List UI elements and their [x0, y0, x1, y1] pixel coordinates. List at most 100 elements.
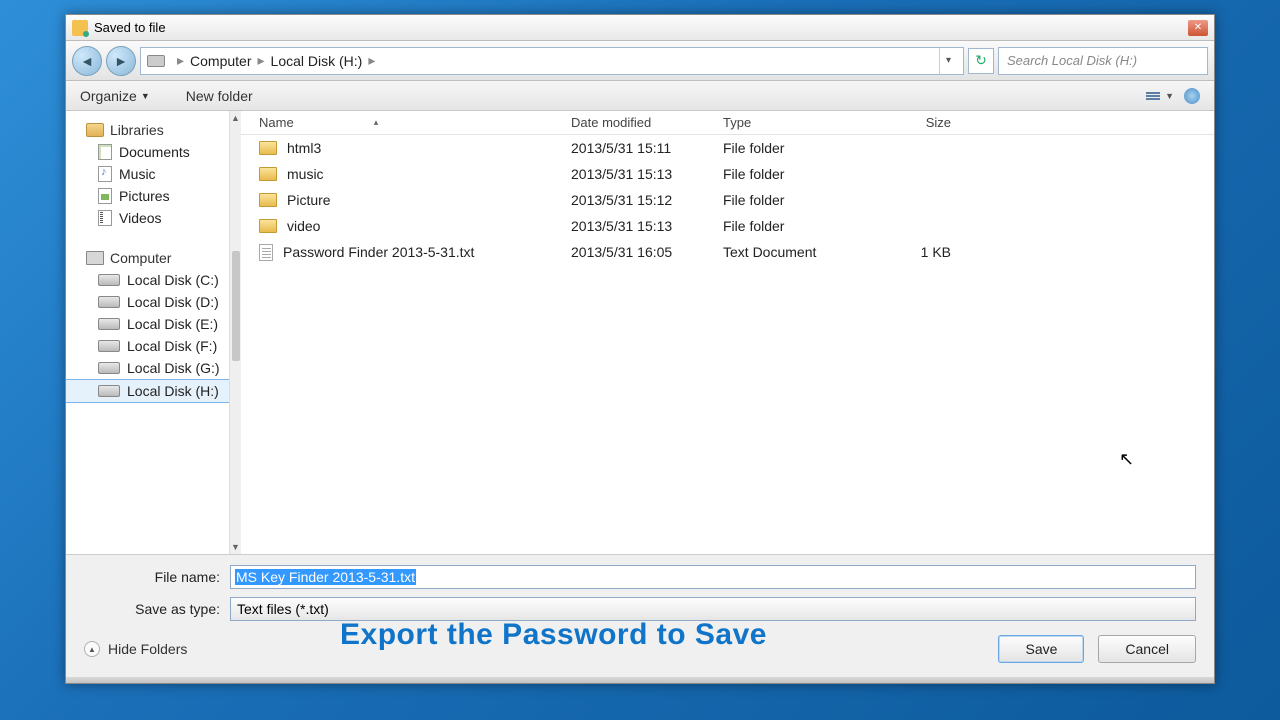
sidebar-item-drive-g[interactable]: Local Disk (G:) [66, 357, 241, 379]
titlebar[interactable]: Saved to file ✕ [66, 15, 1214, 41]
file-type: File folder [723, 218, 865, 234]
chevron-down-icon: ▼ [1165, 91, 1174, 101]
sidebar-item-label: Music [119, 166, 156, 182]
filename-input[interactable]: MS Key Finder 2013-5-31.txt [230, 565, 1196, 589]
chevron-right-icon: ▸ [368, 52, 375, 69]
chevron-down-icon[interactable]: ▾ [939, 48, 957, 74]
table-row[interactable]: video 2013/5/31 15:13File folder [241, 213, 1214, 239]
scroll-up-icon[interactable]: ▲ [230, 111, 241, 125]
save-button[interactable]: Save [998, 635, 1084, 663]
window-border [66, 677, 1214, 683]
hide-folders-button[interactable]: ▲ Hide Folders [84, 641, 187, 657]
file-date: 2013/5/31 15:13 [571, 218, 723, 234]
disk-icon [98, 296, 120, 308]
search-input[interactable]: Search Local Disk (H:) [998, 47, 1208, 75]
scroll-thumb[interactable] [232, 251, 240, 361]
file-date: 2013/5/31 15:12 [571, 192, 723, 208]
documents-icon [98, 144, 112, 160]
chevron-right-icon: ▸ [258, 52, 265, 69]
breadcrumb[interactable]: Computer [190, 53, 251, 69]
sidebar-item-pictures[interactable]: Pictures [66, 185, 241, 207]
file-type: File folder [723, 166, 865, 182]
disk-icon [98, 340, 120, 352]
address-bar[interactable]: ▸ Computer ▸ Local Disk (H:) ▸ ▾ [140, 47, 964, 75]
organize-label: Organize [80, 88, 137, 104]
table-row[interactable]: music 2013/5/31 15:13File folder [241, 161, 1214, 187]
sidebar-item-documents[interactable]: Documents [66, 141, 241, 163]
window-title: Saved to file [94, 20, 166, 35]
sidebar-group-computer[interactable]: Computer [66, 247, 241, 269]
column-label: Date modified [571, 115, 651, 130]
folder-icon [259, 193, 277, 207]
cursor-icon: ↖ [1119, 449, 1134, 470]
sidebar-item-label: Local Disk (H:) [127, 383, 219, 399]
save-type-label: Save as type: [84, 601, 224, 617]
filename-value: MS Key Finder 2013-5-31.txt [235, 569, 416, 585]
view-mode-button[interactable]: ▼ [1146, 91, 1174, 101]
scroll-down-icon[interactable]: ▼ [230, 540, 241, 554]
column-label: Name [259, 115, 294, 130]
music-icon [98, 166, 112, 182]
disk-icon [147, 55, 165, 67]
folder-icon [259, 141, 277, 155]
file-name: html3 [287, 140, 321, 156]
sidebar-item-music[interactable]: Music [66, 163, 241, 185]
toolbar: Organize ▼ New folder ▼ [66, 81, 1214, 111]
sidebar-label: Computer [110, 250, 171, 266]
chevron-down-icon: ▼ [141, 91, 150, 101]
file-date: 2013/5/31 16:05 [571, 244, 723, 260]
column-size[interactable]: Size [865, 115, 965, 130]
sidebar-item-label: Local Disk (G:) [127, 360, 220, 376]
sidebar-item-drive-d[interactable]: Local Disk (D:) [66, 291, 241, 313]
disk-icon [98, 362, 120, 374]
file-name: music [287, 166, 324, 182]
close-icon[interactable]: ✕ [1188, 20, 1208, 36]
file-type: Text Document [723, 244, 865, 260]
column-date[interactable]: Date modified [571, 115, 723, 130]
cancel-label: Cancel [1125, 641, 1169, 657]
file-type: File folder [723, 192, 865, 208]
column-type[interactable]: Type [723, 115, 865, 130]
cancel-button[interactable]: Cancel [1098, 635, 1196, 663]
file-date: 2013/5/31 15:13 [571, 166, 723, 182]
column-label: Type [723, 115, 751, 130]
sidebar-item-videos[interactable]: Videos [66, 207, 241, 229]
computer-icon [86, 251, 104, 265]
search-placeholder: Search Local Disk (H:) [1007, 53, 1137, 68]
table-row[interactable]: Picture2013/5/31 15:12File folder [241, 187, 1214, 213]
sidebar-item-label: Local Disk (E:) [127, 316, 218, 332]
sidebar-item-drive-h[interactable]: Local Disk (H:) [66, 379, 241, 403]
help-icon[interactable] [1184, 88, 1200, 104]
refresh-button[interactable]: ↻ [968, 48, 994, 74]
sidebar-item-drive-e[interactable]: Local Disk (E:) [66, 313, 241, 335]
sidebar-item-label: Local Disk (C:) [127, 272, 219, 288]
save-dialog: Saved to file ✕ ◄ ► ▸ Computer ▸ Local D… [65, 14, 1215, 684]
breadcrumb[interactable]: Local Disk (H:) [271, 53, 363, 69]
column-name[interactable]: Name ▴ [241, 115, 571, 130]
forward-button[interactable]: ► [106, 46, 136, 76]
table-row[interactable]: html32013/5/31 15:11File folder [241, 135, 1214, 161]
sort-asc-icon: ▴ [374, 117, 379, 128]
sidebar-item-drive-f[interactable]: Local Disk (F:) [66, 335, 241, 357]
sidebar-item-label: Pictures [119, 188, 170, 204]
save-label: Save [1025, 641, 1057, 657]
table-row[interactable]: Password Finder 2013-5-31.txt 2013/5/31 1… [241, 239, 1214, 265]
sidebar-item-label: Local Disk (D:) [127, 294, 219, 310]
videos-icon [98, 210, 112, 226]
file-name: video [287, 218, 320, 234]
organize-button[interactable]: Organize ▼ [80, 88, 150, 104]
chevron-up-icon: ▲ [84, 641, 100, 657]
column-label: Size [926, 115, 951, 130]
new-folder-button[interactable]: New folder [186, 88, 253, 104]
back-button[interactable]: ◄ [72, 46, 102, 76]
file-name: Password Finder 2013-5-31.txt [283, 244, 474, 260]
sidebar-item-drive-c[interactable]: Local Disk (C:) [66, 269, 241, 291]
sidebar-label: Libraries [110, 122, 164, 138]
sidebar-group-libraries[interactable]: Libraries [66, 119, 241, 141]
filename-label: File name: [84, 569, 224, 585]
sidebar-scrollbar[interactable]: ▲ ▼ [229, 111, 241, 554]
chevron-right-icon: ▸ [177, 52, 184, 69]
sidebar-item-label: Documents [119, 144, 190, 160]
file-date: 2013/5/31 15:11 [571, 140, 723, 156]
nav-bar: ◄ ► ▸ Computer ▸ Local Disk (H:) ▸ ▾ ↻ S… [66, 41, 1214, 81]
